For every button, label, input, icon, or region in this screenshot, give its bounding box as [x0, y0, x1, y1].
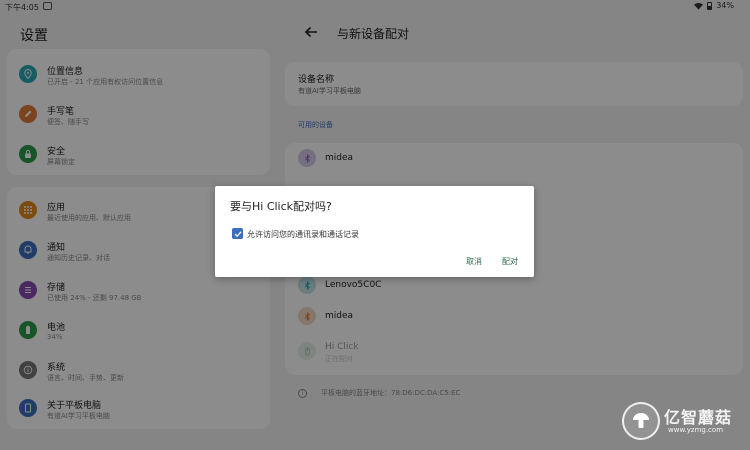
- mushroom-icon: [633, 413, 649, 428]
- checkmark-icon: [234, 230, 241, 237]
- dialog-title: 要与Hi Click配对吗?: [230, 200, 332, 213]
- cancel-button[interactable]: 取消: [466, 256, 482, 267]
- pair-button[interactable]: 配对: [502, 256, 518, 267]
- watermark-logo: [622, 402, 660, 440]
- watermark-text: 亿智蘑菇: [664, 408, 733, 427]
- contacts-access-checkbox[interactable]: [232, 228, 243, 239]
- pair-dialog: 要与Hi Click配对吗? 允许访问您的通讯录和通话记录 取消 配对: [215, 186, 534, 277]
- watermark: 亿智蘑菇 www.yzmg.com: [622, 402, 742, 442]
- contacts-access-label[interactable]: 允许访问您的通讯录和通话记录: [247, 229, 359, 240]
- watermark-url: www.yzmg.com: [668, 426, 724, 434]
